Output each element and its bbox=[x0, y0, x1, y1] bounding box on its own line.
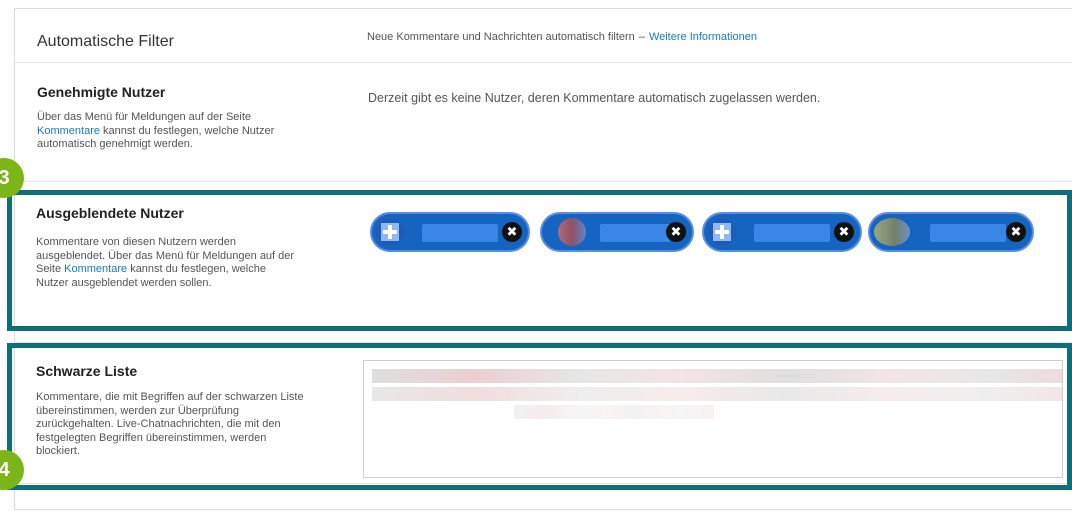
highlight-frame-hidden-users bbox=[7, 190, 1072, 331]
highlight-frame-blacklist bbox=[7, 343, 1072, 490]
header-description: Neue Kommentare und Nachrichten automati… bbox=[367, 31, 757, 43]
comments-link[interactable]: Kommentare bbox=[37, 125, 100, 137]
approved-users-empty-note: Derzeit gibt es keine Nutzer, deren Komm… bbox=[368, 91, 821, 105]
page-title: Automatische Filter bbox=[37, 33, 174, 50]
approved-users-title: Genehmigte Nutzer bbox=[37, 84, 166, 100]
more-info-link[interactable]: Weitere Informationen bbox=[649, 31, 757, 43]
header-desc-text: Neue Kommentare und Nachrichten automati… bbox=[367, 31, 635, 43]
header-desc-separator: – bbox=[638, 31, 645, 43]
header-row: Automatische Filter Neue Kommentare und … bbox=[15, 9, 1072, 63]
approved-users-description: Über das Menü für Meldungen auf der Seit… bbox=[37, 111, 287, 152]
approved-desc-before: Über das Menü für Meldungen auf der Seit… bbox=[37, 111, 252, 123]
divider bbox=[15, 181, 1072, 182]
